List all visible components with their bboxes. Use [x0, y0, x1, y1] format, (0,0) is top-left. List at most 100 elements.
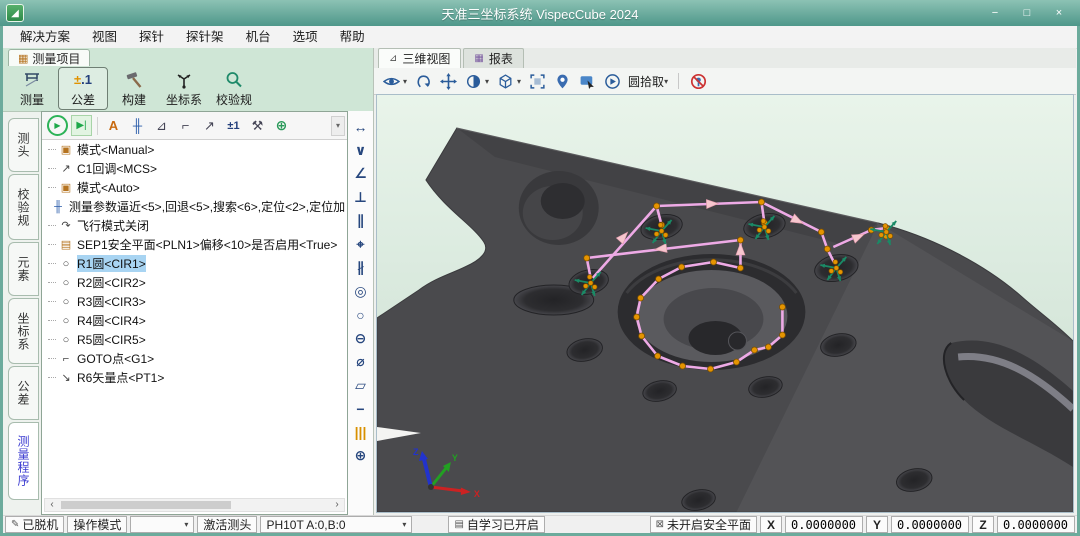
inclination-icon[interactable]: ∦	[350, 256, 372, 280]
measure-element-button[interactable]: ⊿	[151, 115, 172, 136]
menu-item[interactable]: 选项	[282, 27, 329, 47]
tolerance-insert-button[interactable]: ±1	[223, 115, 244, 136]
maximize-button[interactable]: □	[1014, 4, 1040, 22]
toolbar-overflow-button[interactable]: ▾	[331, 116, 345, 136]
goto-button[interactable]: ⌐	[175, 115, 196, 136]
circle-pick-caret[interactable]: ▾	[664, 77, 668, 86]
probe-disable-button[interactable]	[689, 72, 707, 90]
tolerance-button[interactable]: ±.1 公差	[58, 67, 108, 110]
report-icon: ▦	[474, 53, 483, 64]
flatness-icon[interactable]: ▱	[350, 374, 372, 398]
roundness-icon[interactable]: ○	[350, 303, 372, 327]
window-title: 天准三坐标系统 VispecCube 2024	[0, 4, 1080, 23]
operation-mode-select[interactable]: ▾	[130, 516, 194, 533]
location-pin-button[interactable]	[553, 72, 571, 90]
angle-between-icon[interactable]: ∨	[350, 139, 372, 163]
straightness-icon[interactable]: −	[350, 397, 372, 421]
tree-item[interactable]: ↘ R6矢量点<PT1>	[44, 368, 345, 387]
tree-item[interactable]: ○ R3圆<CIR3>	[44, 292, 345, 311]
minimize-button[interactable]: −	[982, 4, 1008, 22]
run-button[interactable]: ▶	[47, 115, 68, 136]
angle-icon[interactable]: ∠	[350, 162, 372, 186]
path-point	[584, 255, 590, 261]
menu-item[interactable]: 探针	[128, 27, 175, 47]
view-cursor-button[interactable]	[578, 72, 596, 90]
visibility-caret[interactable]: ▾	[403, 77, 407, 86]
construct-insert-button[interactable]: ⚒	[247, 115, 268, 136]
3d-viewport[interactable]: X Y Z	[376, 94, 1074, 513]
rotate-view-button[interactable]	[414, 72, 432, 90]
menu-item[interactable]: 视图	[81, 27, 128, 47]
menu-item[interactable]: 探针架	[175, 27, 235, 47]
view-cube-caret[interactable]: ▾	[517, 77, 521, 86]
side-tab[interactable]: 测量程序	[8, 422, 39, 500]
path-point	[638, 295, 644, 301]
connection-status: ✎ 已脱机	[5, 516, 64, 533]
safety-plane-icon: ⊠	[656, 519, 664, 530]
zoom-fit-button[interactable]	[528, 72, 546, 90]
verify-button[interactable]: ⊕	[271, 115, 292, 136]
side-tab[interactable]: 测头	[8, 118, 39, 172]
menu-item[interactable]: 帮助	[329, 27, 376, 47]
tab-measure-project[interactable]: ▦ 测量项目	[8, 49, 90, 66]
circle-feature-icon: ○	[59, 334, 73, 346]
perpendicularity-icon[interactable]: ⊥	[350, 186, 372, 210]
pan-view-button[interactable]	[439, 72, 457, 90]
tree-item[interactable]: ○ R4圆<CIR4>	[44, 311, 345, 330]
position-icon[interactable]: ⌖	[350, 233, 372, 257]
tree-item[interactable]: ⌐ GOTO点<G1>	[44, 349, 345, 368]
menu-item[interactable]: 机台	[235, 27, 282, 47]
side-tab[interactable]: 元素	[8, 242, 39, 296]
close-button[interactable]: ×	[1046, 4, 1072, 22]
concentricity-icon[interactable]: ◎	[350, 280, 372, 304]
scroll-left-arrow[interactable]: ‹	[45, 499, 59, 511]
menu-item[interactable]: 解决方案	[9, 27, 81, 47]
label-button[interactable]: A	[103, 115, 124, 136]
construct-button[interactable]: 构建	[110, 68, 158, 109]
step-run-button[interactable]: ▶|	[71, 115, 92, 136]
axes-icon	[174, 70, 194, 90]
scrollbar-thumb[interactable]	[61, 501, 231, 509]
shading-caret[interactable]: ▾	[485, 77, 489, 86]
caliper-icon	[22, 70, 42, 90]
tree-item[interactable]: ╫ 测量参数逼近<5>,回退<5>,搜索<6>,定位<2>,定位加<2>,测量	[44, 197, 345, 216]
symmetry-icon[interactable]: |||	[350, 421, 372, 445]
runout-icon[interactable]: ⊖	[350, 327, 372, 351]
goto-point-icon: ⌐	[59, 353, 73, 365]
active-probe-select[interactable]: PH10T A:0,B:0 ▾	[260, 516, 412, 533]
scroll-right-arrow[interactable]: ›	[330, 499, 344, 511]
view-cube-button[interactable]	[496, 72, 514, 90]
tree-item[interactable]: ↗ C1回调<MCS>	[44, 159, 345, 178]
path-point	[765, 344, 771, 350]
tree-item[interactable]: ▣ 模式<Auto>	[44, 178, 345, 197]
cylindricity-icon[interactable]: ⌀	[350, 350, 372, 374]
parallelism-icon[interactable]: ∥	[350, 209, 372, 233]
simulate-play-button[interactable]	[603, 72, 621, 90]
tab-report[interactable]: ▦ 报表	[463, 48, 523, 68]
tree-item[interactable]: ○ R2圆<CIR2>	[44, 273, 345, 292]
menu-bar: 解决方案视图探针探针架机台选项帮助	[3, 26, 1077, 49]
tree-horizontal-scrollbar[interactable]: ‹ ›	[44, 498, 345, 512]
coordinate-system-button[interactable]: 坐标系	[160, 68, 208, 109]
tree-item[interactable]: ▤ SEP1安全平面<PLN1>偏移<10>是否启用<True>	[44, 235, 345, 254]
tree-item[interactable]: ▣ 模式<Manual>	[44, 140, 345, 159]
3d-view-icon: ⊿	[389, 53, 397, 64]
visibility-button[interactable]	[382, 72, 400, 90]
gauge-button[interactable]: 校验规	[210, 68, 258, 109]
path-point	[824, 246, 830, 252]
measure-params-button[interactable]: ╫	[127, 115, 148, 136]
tab-3d-view[interactable]: ⊿ 三维视图	[378, 48, 461, 68]
tree-item[interactable]: ○ R5圆<CIR5>	[44, 330, 345, 349]
coordinate-button[interactable]: ↗	[199, 115, 220, 136]
measure-button[interactable]: 测量	[8, 68, 56, 109]
path-point	[655, 353, 661, 359]
shading-mode-button[interactable]	[464, 72, 482, 90]
side-tab[interactable]: 校验规	[8, 174, 39, 240]
distance-icon[interactable]: ↔	[350, 115, 372, 139]
side-tab[interactable]: 坐标系	[8, 298, 39, 364]
tree-item[interactable]: ○ R1圆<CIR1>	[44, 254, 345, 273]
circle-pick-button[interactable]: 圆拾取 ▾	[628, 73, 668, 90]
side-tab[interactable]: 公差	[8, 366, 39, 420]
profile-icon[interactable]: ⊕	[350, 444, 372, 468]
tree-item[interactable]: ↷ 飞行模式关闭	[44, 216, 345, 235]
